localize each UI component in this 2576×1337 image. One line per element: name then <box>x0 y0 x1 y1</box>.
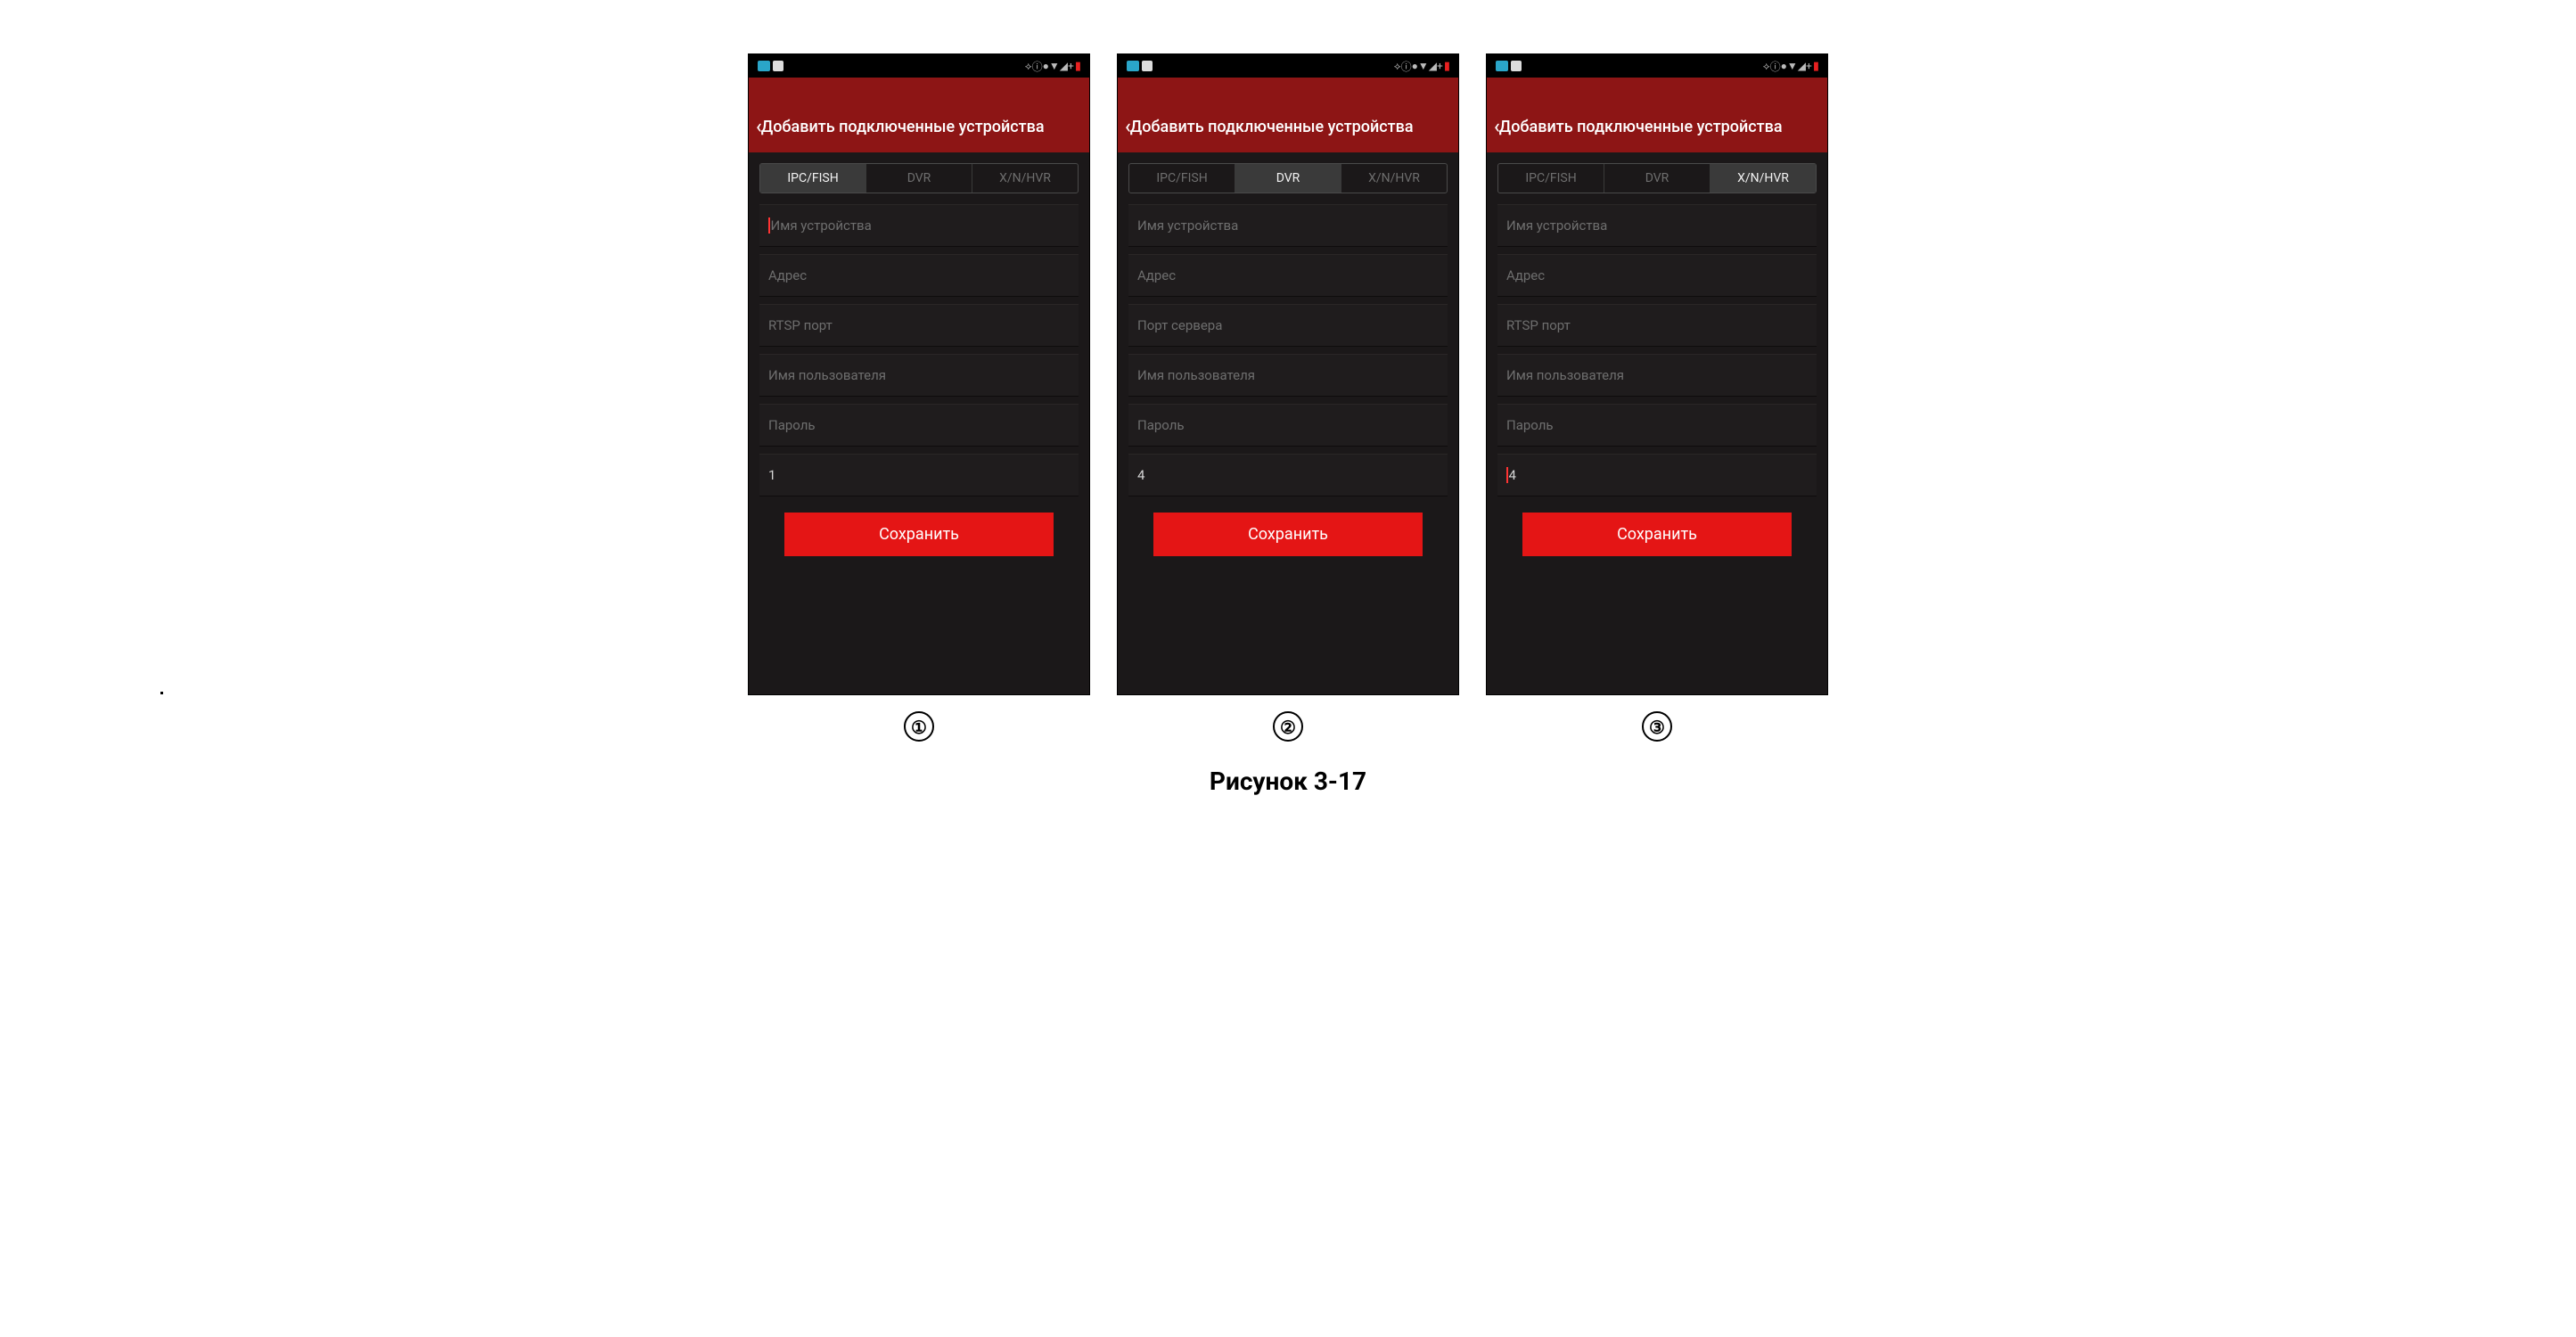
signal-icon: ◢ <box>1798 60 1805 72</box>
bluetooth-icon: ⟡ <box>1394 60 1400 73</box>
phone-screenshot-2: ⟡ ⓘ ● ▼ ◢ + ▮ ‹ Добавить подключенные ус… <box>1117 53 1459 695</box>
status-left <box>1496 61 1522 71</box>
input-field-3[interactable]: Имя пользователя <box>1497 354 1817 397</box>
decorative-dot <box>160 692 163 694</box>
status-app-icon <box>1496 61 1508 71</box>
input-field-3[interactable]: Имя пользователя <box>1128 354 1448 397</box>
tab-ipc-fish[interactable]: IPC/FISH <box>1129 164 1235 193</box>
label-slot-1: ① <box>748 711 1090 742</box>
save-button[interactable]: Сохранить <box>1522 513 1792 556</box>
info-icon: ⓘ <box>1770 59 1780 74</box>
text-cursor <box>768 217 770 234</box>
dot-icon: ● <box>1412 60 1417 72</box>
signal-icon: ◢ <box>1060 60 1067 72</box>
input-field-1[interactable]: Адрес <box>1497 254 1817 297</box>
input-field-0[interactable]: Имя устройства <box>759 204 1079 247</box>
info-icon: ⓘ <box>1032 59 1042 74</box>
form-fields: Имя устройства Адрес RTSP порт Имя пользова… <box>1487 204 1827 496</box>
input-field-5[interactable]: 4 <box>1128 454 1448 496</box>
input-field-1[interactable]: Адрес <box>759 254 1079 297</box>
circled-number-1: ① <box>904 711 934 742</box>
input-field-1[interactable]: Адрес <box>1128 254 1448 297</box>
app-header: ‹ Добавить подключенные устройства <box>1487 78 1827 152</box>
signal-icon: ◢ <box>1429 60 1436 72</box>
phone-screenshot-1: ⟡ ⓘ ● ▼ ◢ + ▮ ‹ Добавить подключенные ус… <box>748 53 1090 695</box>
figure-caption: Рисунок 3-17 <box>0 767 2576 796</box>
input-field-4[interactable]: Пароль <box>759 404 1079 447</box>
input-field-4[interactable]: Пароль <box>1497 404 1817 447</box>
input-field-5[interactable]: 4 <box>1497 454 1817 496</box>
status-left <box>1127 61 1153 71</box>
status-bar: ⟡ ⓘ ● ▼ ◢ + ▮ <box>1487 54 1827 78</box>
plus-icon: + <box>1068 60 1073 72</box>
tab-ipc-fish[interactable]: IPC/FISH <box>1498 164 1604 193</box>
tab-x-n-hvr[interactable]: X/N/HVR <box>1341 164 1447 193</box>
save-button[interactable]: Сохранить <box>784 513 1054 556</box>
status-left <box>758 61 784 71</box>
header-text: Добавить подключенные устройства <box>761 118 1045 136</box>
input-field-2[interactable]: Порт сервера <box>1128 304 1448 347</box>
device-type-tabs: IPC/FISHDVRX/N/HVR <box>1128 163 1448 193</box>
form-fields: Имя устройства Адрес RTSP порт Имя пользова… <box>749 204 1089 496</box>
input-field-2[interactable]: RTSP порт <box>759 304 1079 347</box>
input-field-2[interactable]: RTSP порт <box>1497 304 1817 347</box>
plus-icon: + <box>1806 60 1811 72</box>
phone-screenshot-3: ⟡ ⓘ ● ▼ ◢ + ▮ ‹ Добавить подключенные ус… <box>1486 53 1828 695</box>
header-title[interactable]: ‹ Добавить подключенные устройства <box>1487 101 1827 152</box>
input-field-0[interactable]: Имя устройства <box>1128 204 1448 247</box>
input-field-4[interactable]: Пароль <box>1128 404 1448 447</box>
input-field-0[interactable]: Имя устройства <box>1497 204 1817 247</box>
status-right: ⟡ ⓘ ● ▼ ◢ + ▮ <box>1394 59 1449 74</box>
tab-dvr[interactable]: DVR <box>1235 164 1341 193</box>
battery-icon: ▮ <box>1813 60 1818 73</box>
bluetooth-icon: ⟡ <box>1763 60 1769 73</box>
battery-icon: ▮ <box>1444 60 1449 73</box>
form-fields: Имя устройства Адрес Порт сервера Имя польз… <box>1118 204 1458 496</box>
status-right: ⟡ ⓘ ● ▼ ◢ + ▮ <box>1025 59 1080 74</box>
header-text: Добавить подключенные устройства <box>1499 118 1783 136</box>
text-cursor <box>1506 467 1508 483</box>
tab-ipc-fish[interactable]: IPC/FISH <box>760 164 866 193</box>
status-app-icon <box>758 61 770 71</box>
bluetooth-icon: ⟡ <box>1025 60 1031 73</box>
plus-icon: + <box>1437 60 1442 72</box>
circled-number-2: ② <box>1273 711 1303 742</box>
tab-dvr[interactable]: DVR <box>1604 164 1710 193</box>
tab-x-n-hvr[interactable]: X/N/HVR <box>972 164 1078 193</box>
status-bar: ⟡ ⓘ ● ▼ ◢ + ▮ <box>1118 54 1458 78</box>
wifi-icon: ▼ <box>1418 60 1428 72</box>
info-icon: ⓘ <box>1401 59 1411 74</box>
device-type-tabs: IPC/FISHDVRX/N/HVR <box>759 163 1079 193</box>
wifi-icon: ▼ <box>1049 60 1059 72</box>
app-header: ‹ Добавить подключенные устройства <box>749 78 1089 152</box>
status-app-icon <box>773 61 783 71</box>
battery-icon: ▮ <box>1075 60 1080 73</box>
dot-icon: ● <box>1781 60 1786 72</box>
dot-icon: ● <box>1043 60 1048 72</box>
input-field-5[interactable]: 1 <box>759 454 1079 496</box>
status-bar: ⟡ ⓘ ● ▼ ◢ + ▮ <box>749 54 1089 78</box>
tab-x-n-hvr[interactable]: X/N/HVR <box>1710 164 1816 193</box>
label-slot-2: ② <box>1117 711 1459 742</box>
wifi-icon: ▼ <box>1787 60 1797 72</box>
device-type-tabs: IPC/FISHDVRX/N/HVR <box>1497 163 1817 193</box>
header-title[interactable]: ‹ Добавить подключенные устройства <box>1118 101 1458 152</box>
tab-dvr[interactable]: DVR <box>866 164 972 193</box>
input-field-3[interactable]: Имя пользователя <box>759 354 1079 397</box>
status-right: ⟡ ⓘ ● ▼ ◢ + ▮ <box>1763 59 1818 74</box>
label-slot-3: ③ <box>1486 711 1828 742</box>
header-text: Добавить подключенные устройства <box>1130 118 1414 136</box>
status-app-icon <box>1127 61 1139 71</box>
status-app-icon <box>1142 61 1153 71</box>
status-app-icon <box>1511 61 1522 71</box>
app-header: ‹ Добавить подключенные устройства <box>1118 78 1458 152</box>
circled-number-3: ③ <box>1642 711 1672 742</box>
header-title[interactable]: ‹ Добавить подключенные устройства <box>749 101 1089 152</box>
save-button[interactable]: Сохранить <box>1153 513 1423 556</box>
